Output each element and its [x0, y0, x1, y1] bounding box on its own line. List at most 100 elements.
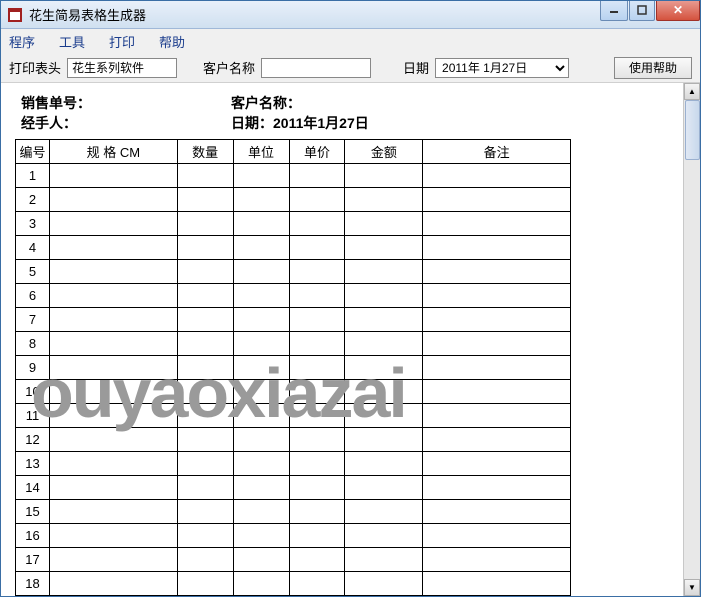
cell[interactable]	[345, 476, 423, 500]
cell[interactable]	[345, 524, 423, 548]
cell[interactable]	[177, 188, 233, 212]
cell[interactable]	[177, 380, 233, 404]
cell[interactable]	[423, 332, 571, 356]
cell[interactable]	[177, 452, 233, 476]
menu-help[interactable]: 帮助	[159, 32, 185, 51]
cell[interactable]	[345, 500, 423, 524]
cell[interactable]	[345, 332, 423, 356]
cell[interactable]	[49, 404, 177, 428]
cell[interactable]	[49, 212, 177, 236]
menu-program[interactable]: 程序	[9, 32, 35, 51]
cell[interactable]	[177, 236, 233, 260]
cell[interactable]	[423, 548, 571, 572]
cell[interactable]	[49, 452, 177, 476]
cell[interactable]	[289, 452, 345, 476]
cell[interactable]	[49, 308, 177, 332]
cell[interactable]	[289, 476, 345, 500]
cell[interactable]	[345, 572, 423, 596]
cell[interactable]	[345, 380, 423, 404]
cell[interactable]	[49, 548, 177, 572]
header-input[interactable]	[67, 58, 177, 78]
cell[interactable]	[177, 572, 233, 596]
cell[interactable]	[345, 164, 423, 188]
menu-tools[interactable]: 工具	[59, 32, 85, 51]
cell[interactable]	[289, 308, 345, 332]
cell[interactable]	[177, 404, 233, 428]
cell[interactable]	[423, 308, 571, 332]
cell[interactable]	[233, 572, 289, 596]
cell[interactable]	[49, 164, 177, 188]
cell[interactable]	[49, 572, 177, 596]
cell[interactable]	[49, 380, 177, 404]
cell[interactable]	[423, 236, 571, 260]
cell[interactable]	[289, 212, 345, 236]
cell[interactable]	[177, 284, 233, 308]
cell[interactable]	[345, 452, 423, 476]
cell[interactable]	[289, 236, 345, 260]
cell[interactable]	[289, 572, 345, 596]
cell[interactable]	[233, 500, 289, 524]
date-select[interactable]: 2011年 1月27日	[435, 58, 569, 78]
scroll-up-button[interactable]: ▲	[684, 83, 700, 100]
cell[interactable]	[233, 404, 289, 428]
cell[interactable]	[233, 380, 289, 404]
cell[interactable]	[177, 476, 233, 500]
cell[interactable]	[289, 332, 345, 356]
cell[interactable]	[289, 428, 345, 452]
cell[interactable]	[345, 284, 423, 308]
cell[interactable]	[49, 428, 177, 452]
cell[interactable]	[49, 188, 177, 212]
cell[interactable]	[233, 452, 289, 476]
cell[interactable]	[233, 332, 289, 356]
cell[interactable]	[177, 164, 233, 188]
cell[interactable]	[423, 452, 571, 476]
cell[interactable]	[289, 188, 345, 212]
minimize-button[interactable]	[600, 1, 628, 21]
cell[interactable]	[423, 500, 571, 524]
cell[interactable]	[289, 260, 345, 284]
scroll-thumb[interactable]	[685, 100, 700, 160]
cell[interactable]	[233, 476, 289, 500]
cell[interactable]	[233, 428, 289, 452]
cell[interactable]	[177, 548, 233, 572]
cell[interactable]	[423, 524, 571, 548]
cell[interactable]	[233, 284, 289, 308]
cell[interactable]	[49, 476, 177, 500]
cell[interactable]	[177, 308, 233, 332]
cell[interactable]	[233, 260, 289, 284]
cell[interactable]	[289, 404, 345, 428]
close-button[interactable]: ✕	[656, 1, 700, 21]
cell[interactable]	[233, 164, 289, 188]
cell[interactable]	[233, 548, 289, 572]
cell[interactable]	[49, 500, 177, 524]
cell[interactable]	[177, 524, 233, 548]
cell[interactable]	[423, 428, 571, 452]
cell[interactable]	[177, 428, 233, 452]
cell[interactable]	[177, 212, 233, 236]
cell[interactable]	[345, 308, 423, 332]
cell[interactable]	[233, 212, 289, 236]
cell[interactable]	[233, 356, 289, 380]
cell[interactable]	[177, 500, 233, 524]
cell[interactable]	[345, 236, 423, 260]
cell[interactable]	[345, 548, 423, 572]
cell[interactable]	[49, 284, 177, 308]
cell[interactable]	[233, 524, 289, 548]
vertical-scrollbar[interactable]: ▲ ▼	[683, 83, 700, 596]
cell[interactable]	[345, 212, 423, 236]
cell[interactable]	[233, 236, 289, 260]
cell[interactable]	[423, 380, 571, 404]
cell[interactable]	[423, 404, 571, 428]
cell[interactable]	[177, 332, 233, 356]
cell[interactable]	[289, 500, 345, 524]
cell[interactable]	[49, 356, 177, 380]
cell[interactable]	[177, 260, 233, 284]
cell[interactable]	[423, 284, 571, 308]
cell[interactable]	[289, 380, 345, 404]
cell[interactable]	[233, 308, 289, 332]
cell[interactable]	[345, 260, 423, 284]
customer-input[interactable]	[261, 58, 371, 78]
cell[interactable]	[345, 428, 423, 452]
cell[interactable]	[49, 260, 177, 284]
cell[interactable]	[423, 188, 571, 212]
